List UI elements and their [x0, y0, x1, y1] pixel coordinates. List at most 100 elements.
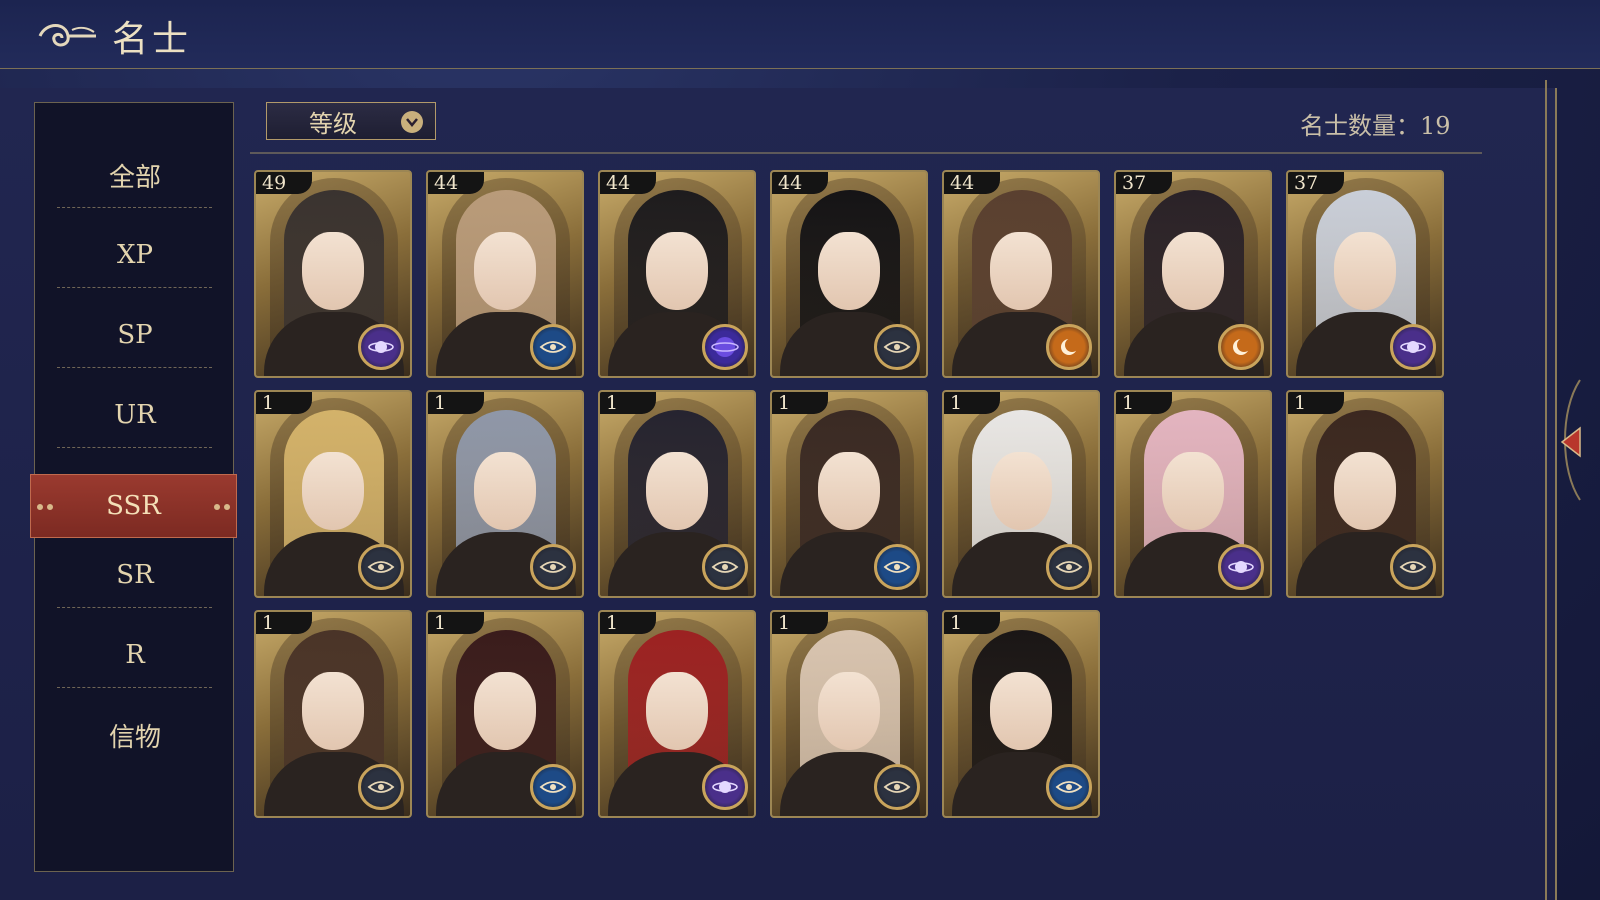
portrait-face [1162, 452, 1224, 530]
category-ur[interactable]: UR [35, 375, 235, 455]
level-badge: 37 [1116, 172, 1172, 194]
dark-eye-icon [702, 544, 748, 590]
portrait-face [1162, 232, 1224, 310]
level-badge: 1 [772, 392, 828, 414]
ornament-dot [224, 504, 230, 510]
ornament-dot [37, 504, 43, 510]
top-bar: 名士 [0, 0, 1600, 69]
orange-moon-icon [1046, 324, 1092, 370]
dark-eye-icon [358, 544, 404, 590]
hero-card[interactable]: 44 [598, 170, 756, 378]
count-value: 19 [1420, 112, 1451, 140]
portrait-face [302, 232, 364, 310]
portrait-face [474, 232, 536, 310]
hero-card[interactable]: 44 [426, 170, 584, 378]
divider [57, 447, 212, 448]
portrait-face [646, 672, 708, 750]
orange-moon-icon [1218, 324, 1264, 370]
ornament-dot [47, 504, 53, 510]
level-badge: 1 [256, 612, 312, 634]
category-r[interactable]: R [35, 615, 235, 695]
dark-eye-icon [874, 324, 920, 370]
hero-card[interactable]: 44 [942, 170, 1100, 378]
divider [57, 367, 212, 368]
category-ssr-active[interactable]: SSR [30, 474, 237, 538]
level-badge: 1 [600, 612, 656, 634]
hero-card[interactable]: 1 [770, 390, 928, 598]
dark-eye-icon [1046, 544, 1092, 590]
portrait-face [474, 672, 536, 750]
blue-eye-icon [530, 324, 576, 370]
portrait-face [302, 672, 364, 750]
level-badge: 1 [1116, 392, 1172, 414]
ornament-dot [214, 504, 220, 510]
divider [250, 152, 1482, 154]
level-badge: 1 [772, 612, 828, 634]
portrait-face [1334, 232, 1396, 310]
category-xp[interactable]: XP [35, 215, 235, 295]
purple-planet-icon [358, 324, 404, 370]
category-all[interactable]: 全部 [35, 135, 235, 215]
count-label: 名士数量： [1300, 112, 1420, 140]
hero-card[interactable]: 1 [942, 390, 1100, 598]
hero-card[interactable]: 1 [770, 610, 928, 818]
level-badge: 1 [428, 392, 484, 414]
chevron-down-icon [401, 111, 423, 133]
level-badge: 49 [256, 172, 312, 194]
portrait-face [646, 232, 708, 310]
level-badge: 1 [944, 612, 1000, 634]
expand-arrow-icon[interactable] [1540, 80, 1600, 900]
level-badge: 1 [1288, 392, 1344, 414]
level-badge: 37 [1288, 172, 1344, 194]
hero-card[interactable]: 1 [254, 390, 412, 598]
dark-eye-icon [874, 764, 920, 810]
hero-count: 名士数量：19 [1300, 106, 1451, 141]
sort-dropdown[interactable]: 等级 [266, 102, 436, 140]
portrait-face [818, 232, 880, 310]
dark-eye-icon [530, 544, 576, 590]
sort-label: 等级 [309, 109, 357, 138]
hero-card[interactable]: 1 [598, 610, 756, 818]
level-badge: 44 [772, 172, 828, 194]
level-badge: 1 [944, 392, 1000, 414]
blue-orb-icon [702, 324, 748, 370]
divider [57, 607, 212, 608]
hero-card[interactable]: 44 [770, 170, 928, 378]
hero-card[interactable]: 1 [1286, 390, 1444, 598]
portrait-face [990, 232, 1052, 310]
divider [57, 687, 212, 688]
blue-eye-icon [530, 764, 576, 810]
level-badge: 1 [600, 392, 656, 414]
hero-card[interactable]: 1 [426, 610, 584, 818]
dark-eye-icon [1390, 544, 1436, 590]
purple-planet-icon [1390, 324, 1436, 370]
dark-eye-icon [358, 764, 404, 810]
portrait-face [1334, 452, 1396, 530]
portrait-face [818, 452, 880, 530]
divider [57, 207, 212, 208]
level-badge: 44 [428, 172, 484, 194]
hero-card[interactable]: 37 [1286, 170, 1444, 378]
portrait-face [990, 452, 1052, 530]
hero-card[interactable]: 1 [254, 610, 412, 818]
portrait-face [646, 452, 708, 530]
portrait-face [474, 452, 536, 530]
purple-planet-icon [1218, 544, 1264, 590]
hero-card[interactable]: 49 [254, 170, 412, 378]
category-sr[interactable]: SR [35, 535, 235, 615]
hero-card[interactable]: 1 [1114, 390, 1272, 598]
hero-card[interactable]: 1 [598, 390, 756, 598]
hero-card[interactable]: 1 [426, 390, 584, 598]
portrait-face [302, 452, 364, 530]
level-badge: 44 [600, 172, 656, 194]
portrait-face [990, 672, 1052, 750]
back-swirl-icon[interactable] [36, 18, 100, 54]
level-badge: 1 [256, 392, 312, 414]
category-sp[interactable]: SP [35, 295, 235, 375]
level-badge: 44 [944, 172, 1000, 194]
hero-card[interactable]: 1 [942, 610, 1100, 818]
category-keepsake[interactable]: 信物 [35, 695, 235, 775]
blue-eye-icon [874, 544, 920, 590]
blue-eye-icon [1046, 764, 1092, 810]
hero-card[interactable]: 37 [1114, 170, 1272, 378]
